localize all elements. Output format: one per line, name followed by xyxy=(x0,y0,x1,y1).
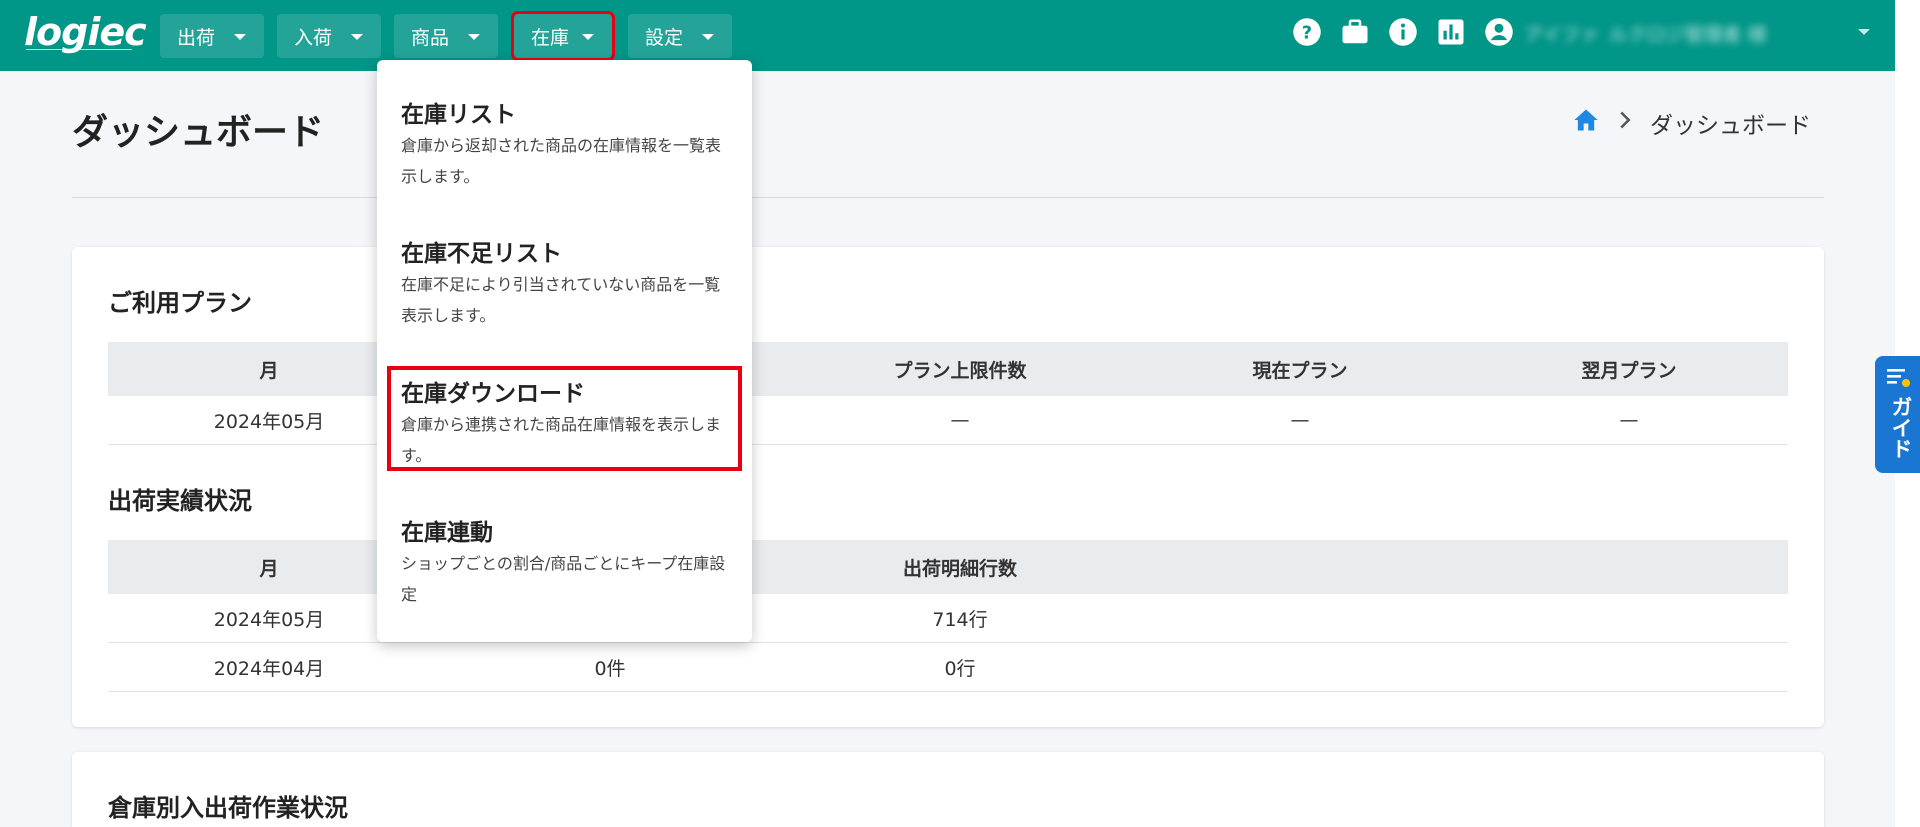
page-title: ダッシュボード xyxy=(72,112,325,153)
nav-inventory-button[interactable]: 在庫 xyxy=(511,11,615,61)
table-cell: — xyxy=(1290,409,1310,431)
table-cell: 0行 xyxy=(944,657,976,680)
nav-shipping-label: 出荷 xyxy=(177,26,216,49)
table-row: 2024年05月 — — — xyxy=(108,396,1788,445)
table-cell: — xyxy=(950,409,970,431)
table-cell: 2024年04月 xyxy=(213,657,325,680)
table-header-cell: 出荷明細行数 xyxy=(902,557,1017,580)
caret-down-icon xyxy=(234,34,246,40)
help-icon[interactable]: ? xyxy=(1292,17,1322,47)
warehouse-card: 倉庫別入出荷作業状況 xyxy=(72,752,1824,827)
nav-receiving-label: 入荷 xyxy=(294,26,333,49)
warehouse-section-title: 倉庫別入出荷作業状況 xyxy=(108,794,348,822)
home-icon[interactable] xyxy=(1572,107,1600,139)
inventory-dropdown-menu: 在庫リスト 倉庫から返却された商品の在庫情報を一覧表示します。 在庫不足リスト … xyxy=(377,60,752,642)
menu-item-inventory-sync[interactable]: 在庫連動 ショップごとの割合/商品ごとにキープ在庫設定 xyxy=(377,513,752,613)
caret-down-icon xyxy=(468,34,480,40)
menu-item-description: 在庫不足により引当されていない商品を一覧表示します。 xyxy=(401,275,721,325)
guide-label: ガイド xyxy=(1889,396,1913,459)
title-divider xyxy=(72,197,1824,198)
caret-down-icon xyxy=(582,34,594,40)
briefcase-icon[interactable] xyxy=(1340,17,1370,47)
dashboard-card: ご利用プラン 月 プラン上限件数 現在プラン 翌月プラン 2024年05月 — … xyxy=(72,247,1824,727)
svg-text:?: ? xyxy=(1302,23,1312,43)
top-navigation-bar: logiec 出荷 入荷 商品 在庫 設定 ? アイファ_ルクロジ管理者 様 xyxy=(0,0,1895,71)
caret-down-icon xyxy=(702,34,714,40)
nav-products-label: 商品 xyxy=(411,26,450,49)
table-header-cell: 現在プラン xyxy=(1252,359,1348,382)
account-icon[interactable] xyxy=(1484,17,1514,47)
logo-underline xyxy=(26,49,132,53)
user-caret-down-icon[interactable] xyxy=(1858,29,1870,35)
table-row: 2024年04月 0件 0行 xyxy=(108,643,1788,692)
menu-item-title: 在庫連動 xyxy=(401,520,493,546)
menu-item-title: 在庫不足リスト xyxy=(401,241,562,267)
nav-inventory-label: 在庫 xyxy=(531,26,570,49)
menu-item-shortage-list[interactable]: 在庫不足リスト 在庫不足により引当されていない商品を一覧表示します。 xyxy=(377,234,752,334)
table-header-cell: プラン上限件数 xyxy=(893,359,1027,382)
caret-down-icon xyxy=(351,34,363,40)
user-name[interactable]: アイファ_ルクロジ管理者 様 xyxy=(1524,20,1862,44)
menu-item-inventory-list[interactable]: 在庫リスト 倉庫から返却された商品の在庫情報を一覧表示します。 xyxy=(377,95,752,195)
nav-settings-button[interactable]: 設定 xyxy=(628,14,732,58)
shipping-table-header: 月 出荷明細行数 xyxy=(108,540,1788,594)
nav-shipping-button[interactable]: 出荷 xyxy=(160,14,264,58)
menu-item-title: 在庫リスト xyxy=(401,102,516,128)
breadcrumb-current: ダッシュボード xyxy=(1650,113,1811,139)
plan-table-header: 月 プラン上限件数 現在プラン 翌月プラン xyxy=(108,342,1788,396)
table-header-cell: 翌月プラン xyxy=(1581,359,1677,382)
guide-list-icon xyxy=(1886,366,1912,394)
nav-products-button[interactable]: 商品 xyxy=(394,14,498,58)
highlight-box xyxy=(387,366,742,471)
table-cell: 0件 xyxy=(594,657,626,680)
guide-tab-button[interactable]: ガイド xyxy=(1875,356,1920,473)
shipping-section-title: 出荷実績状況 xyxy=(108,487,252,515)
chart-icon[interactable] xyxy=(1436,17,1466,47)
menu-item-description: ショップごとの割合/商品ごとにキープ在庫設定 xyxy=(401,554,726,604)
table-row: 2024年05月 714行 xyxy=(108,594,1788,643)
nav-receiving-button[interactable]: 入荷 xyxy=(277,14,381,58)
chevron-right-icon xyxy=(1618,110,1632,136)
info-icon[interactable] xyxy=(1388,17,1418,47)
menu-item-description: 倉庫から返却された商品の在庫情報を一覧表示します。 xyxy=(401,136,722,186)
table-cell: 714行 xyxy=(932,608,988,631)
plan-section-title: ご利用プラン xyxy=(108,289,252,317)
breadcrumb: ダッシュボード xyxy=(1572,107,1811,139)
table-cell: — xyxy=(1619,409,1639,431)
nav-settings-label: 設定 xyxy=(645,26,684,49)
